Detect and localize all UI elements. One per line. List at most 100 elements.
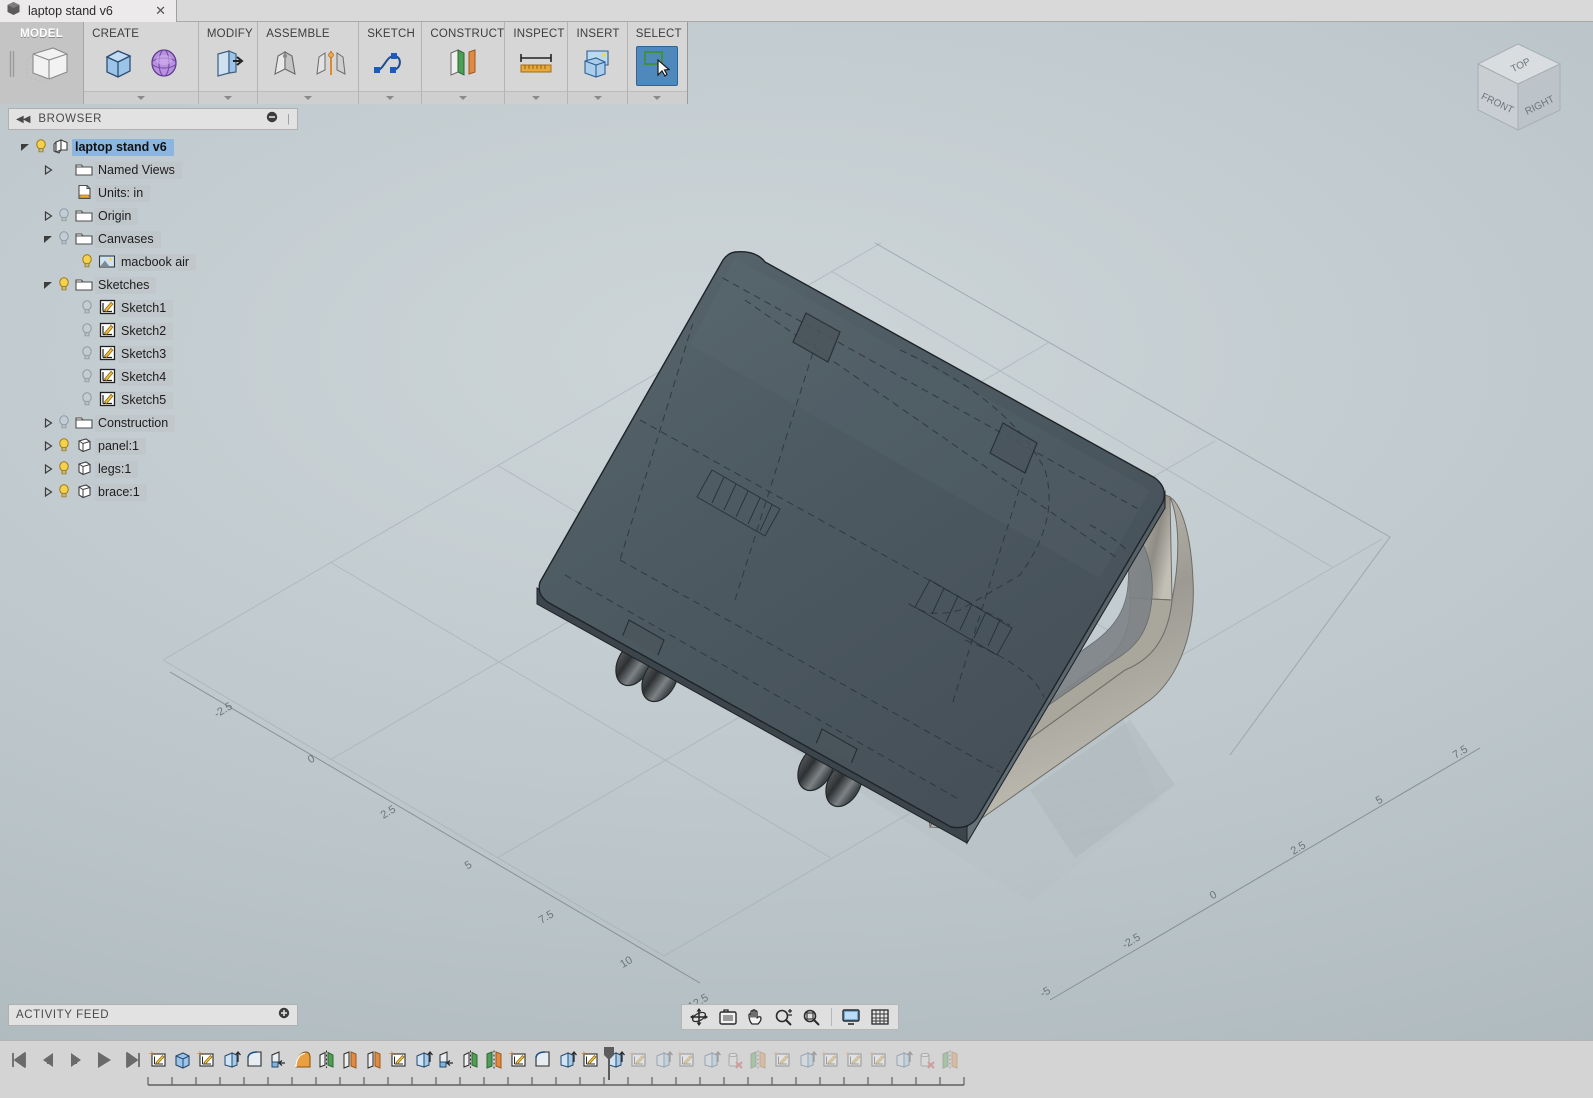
minus-circle-icon[interactable] [266,110,278,128]
close-icon[interactable]: ✕ [151,3,170,19]
panel-construct-dropdown[interactable] [422,91,505,104]
tree-item-origin[interactable]: Origin [8,205,298,228]
visibility-toggle[interactable] [78,322,96,341]
visibility-toggle[interactable] [78,299,96,318]
timeline-feature-24[interactable] [722,1046,746,1072]
timeline-feature-31[interactable] [890,1046,914,1072]
timeline-feature-18[interactable] [578,1046,602,1072]
visibility-toggle[interactable] [55,414,73,433]
chevron-right-icon[interactable] [42,164,54,178]
timeline-feature-12[interactable] [434,1046,458,1072]
tree-item-sketch5[interactable]: Sketch5 [8,389,298,412]
panel-sketch-dropdown[interactable] [359,91,422,104]
zoom-button[interactable] [771,1006,797,1028]
panel-inspect-dropdown[interactable] [505,91,568,104]
tree-item-sketch1[interactable]: Sketch1 [8,297,298,320]
assemble-joint-button[interactable] [310,46,352,86]
tree-item-sketch3[interactable]: Sketch3 [8,343,298,366]
timeline-feature-20[interactable] [626,1046,650,1072]
timeline-playhead-marker[interactable] [603,1046,615,1080]
timeline-feature-26[interactable] [770,1046,794,1072]
document-tab[interactable]: laptop stand v6 ✕ [0,0,177,22]
skip-to-end-button[interactable] [122,1050,142,1075]
timeline-feature-10[interactable] [386,1046,410,1072]
timeline-feature-7[interactable] [314,1046,338,1072]
sketch-spline-button[interactable] [369,46,411,86]
timeline-track[interactable] [146,1046,1527,1088]
tree-item-legs-1[interactable]: legs:1 [8,458,298,481]
timeline-feature-13[interactable] [458,1046,482,1072]
construct-plane-button[interactable] [442,46,484,86]
create-extrude-button[interactable] [97,46,139,86]
panel-select-dropdown[interactable] [627,91,687,104]
create-form-button[interactable] [143,46,185,86]
visibility-toggle[interactable] [32,138,50,157]
tree-item-named-views[interactable]: Named Views [8,159,298,182]
play-button[interactable] [94,1050,114,1075]
timeline-feature-21[interactable] [650,1046,674,1072]
timeline-feature-29[interactable] [842,1046,866,1072]
chevron-down-icon[interactable] [42,235,54,247]
tree-item-sketches[interactable]: Sketches [8,274,298,297]
timeline-feature-16[interactable] [530,1046,554,1072]
timeline-feature-2[interactable] [194,1046,218,1072]
panel-modify-dropdown[interactable] [198,91,258,104]
timeline-feature-6[interactable] [290,1046,314,1072]
timeline-feature-22[interactable] [674,1046,698,1072]
visibility-toggle[interactable] [55,207,73,226]
orbit-button[interactable] [686,1006,713,1028]
activity-feed-bar[interactable]: ACTIVITY FEED [8,1004,298,1026]
visibility-toggle[interactable] [55,483,73,502]
visibility-toggle[interactable] [78,253,96,272]
timeline-feature-14[interactable] [482,1046,506,1072]
skip-to-start-button[interactable] [10,1050,30,1075]
visibility-toggle[interactable] [55,460,73,479]
timeline-feature-1[interactable] [170,1046,194,1072]
visibility-toggle[interactable] [78,345,96,364]
timeline-feature-15[interactable] [506,1046,530,1072]
timeline-feature-11[interactable] [410,1046,434,1072]
timeline-feature-8[interactable] [338,1046,362,1072]
fit-button[interactable] [799,1006,825,1028]
grid-snaps-button[interactable] [867,1006,894,1028]
step-forward-button[interactable] [66,1050,86,1075]
panel-insert-dropdown[interactable] [568,91,627,104]
visibility-toggle[interactable] [55,276,73,295]
chevron-right-icon[interactable] [42,486,54,500]
panel-assemble-dropdown[interactable] [258,91,359,104]
tree-item-sketch2[interactable]: Sketch2 [8,320,298,343]
chevron-down-icon[interactable] [42,281,54,293]
timeline-feature-9[interactable] [362,1046,386,1072]
timeline-feature-5[interactable] [266,1046,290,1072]
tree-item-sketch4[interactable]: Sketch4 [8,366,298,389]
timeline-feature-28[interactable] [818,1046,842,1072]
chevron-right-icon[interactable] [42,210,54,224]
timeline-feature-0[interactable] [146,1046,170,1072]
workspace-selector-model[interactable]: MODEL [0,22,85,104]
plus-circle-icon[interactable] [278,1006,290,1024]
tree-item-brace-1[interactable]: brace:1 [8,481,298,504]
visibility-toggle[interactable] [78,391,96,410]
inspect-measure-button[interactable] [515,46,557,86]
tree-item-laptop-stand-v6[interactable]: laptop stand v6 [8,136,298,159]
panel-create-dropdown[interactable] [84,91,198,104]
select-tool-button[interactable] [636,45,679,86]
tree-item-panel-1[interactable]: panel:1 [8,435,298,458]
chevron-right-icon[interactable] [42,417,54,431]
tree-item-canvases[interactable]: Canvases [8,228,298,251]
timeline-feature-4[interactable] [242,1046,266,1072]
modify-press-pull-button[interactable] [207,46,249,86]
tree-item-macbook-air[interactable]: macbook air [8,251,298,274]
timeline-feature-17[interactable] [554,1046,578,1072]
step-back-button[interactable] [38,1050,58,1075]
display-settings-button[interactable] [838,1006,865,1028]
chevron-down-icon[interactable] [19,143,31,155]
timeline-feature-27[interactable] [794,1046,818,1072]
visibility-toggle[interactable] [78,368,96,387]
chevron-right-icon[interactable] [42,463,54,477]
look-at-button[interactable] [715,1006,741,1028]
insert-canvas-button[interactable] [577,46,619,86]
timeline-feature-25[interactable] [746,1046,770,1072]
timeline-feature-23[interactable] [698,1046,722,1072]
timeline-feature-3[interactable] [218,1046,242,1072]
